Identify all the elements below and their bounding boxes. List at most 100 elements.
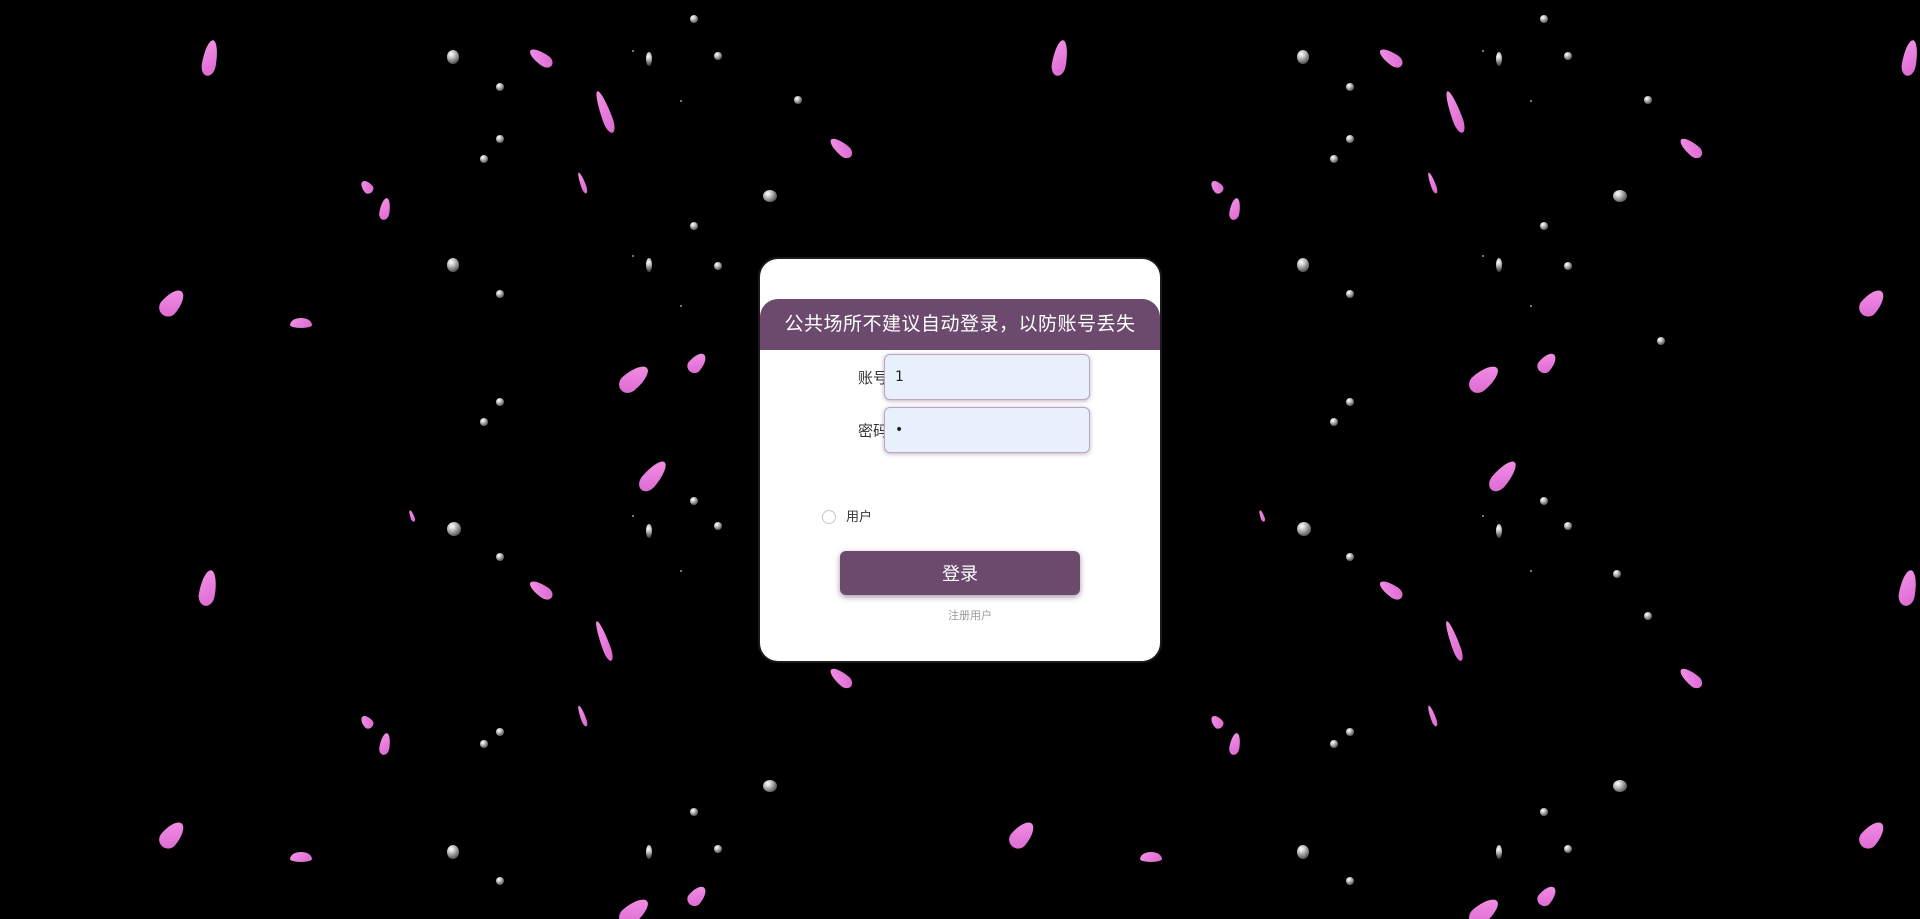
droplet-decoration [1297,258,1309,272]
petal-decoration [358,713,376,731]
petal-decoration [576,704,589,728]
sparkle-decoration [1530,305,1532,307]
petal-decoration [1855,285,1889,321]
droplet-decoration [646,845,652,859]
petal-decoration [827,665,855,691]
petal-decoration [1258,509,1266,523]
petal-decoration [1228,732,1242,756]
droplet-decoration [496,83,504,91]
username-input[interactable] [884,354,1090,400]
droplet-decoration [714,52,722,60]
register-link[interactable]: 注册用户 [760,607,1160,623]
user-role-radio[interactable] [822,510,836,524]
sparkle-decoration [1482,515,1484,517]
droplet-decoration [763,190,777,202]
droplet-decoration [496,398,504,406]
petal-decoration [593,619,615,663]
petal-decoration [576,171,589,195]
droplet-decoration [1564,522,1572,530]
sparkle-decoration [680,305,682,307]
sparkle-decoration [632,255,634,257]
sparkle-decoration [1482,255,1484,257]
password-label: 密码 [857,422,888,440]
droplet-decoration [496,135,504,143]
petal-decoration [1426,171,1439,195]
droplet-decoration [447,50,459,64]
petal-decoration [684,883,710,909]
droplet-decoration [1540,15,1548,23]
droplet-decoration [1644,96,1652,104]
droplet-decoration [1657,337,1665,345]
petal-decoration [1534,883,1560,909]
droplet-decoration [496,553,504,561]
droplet-decoration [447,258,459,272]
droplet-decoration [1346,135,1354,143]
droplet-decoration [1297,522,1311,536]
droplet-decoration [646,524,652,538]
login-page: 公共场所不建议自动登录，以防账号丢失 账号 密码 用户 登录 注册用户 [0,0,1920,919]
user-role-label: 用户 [846,510,873,525]
petal-decoration [378,732,392,756]
petal-decoration [1443,619,1465,663]
droplet-decoration [714,262,722,270]
petal-decoration [635,457,671,495]
petal-decoration [592,89,618,135]
sparkle-decoration [1482,50,1484,52]
droplet-decoration [1613,190,1627,202]
petal-decoration [1005,817,1039,853]
password-input[interactable] [884,407,1090,453]
petal-decoration [1049,39,1071,77]
droplet-decoration [1613,780,1627,792]
droplet-decoration [447,845,459,859]
password-row: 密码 [760,407,1160,455]
droplet-decoration [496,290,504,298]
droplet-decoration [1564,52,1572,60]
droplet-decoration [1613,570,1621,578]
petal-decoration [290,318,312,328]
petal-decoration [408,509,416,523]
droplet-decoration [1540,808,1548,816]
droplet-decoration [690,222,698,230]
petal-decoration [1228,197,1242,221]
petal-decoration [1855,817,1889,853]
droplet-decoration [690,808,698,816]
droplet-decoration [763,780,777,792]
droplet-decoration [1330,418,1338,426]
droplet-decoration [646,258,652,272]
login-card: 公共场所不建议自动登录，以防账号丢失 账号 密码 用户 登录 注册用户 [760,259,1160,661]
petal-decoration [1899,39,1920,77]
droplet-decoration [714,522,722,530]
droplet-decoration [1346,83,1354,91]
petal-decoration [526,45,556,71]
sparkle-decoration [632,50,634,52]
droplet-decoration [1496,524,1502,538]
droplet-decoration [1496,845,1502,859]
login-button[interactable]: 登录 [840,551,1080,595]
droplet-decoration [1346,553,1354,561]
petal-decoration [526,577,556,603]
droplet-decoration [1496,258,1502,272]
droplet-decoration [1346,290,1354,298]
droplet-decoration [447,522,461,536]
petal-decoration [155,817,189,853]
sparkle-decoration [1530,570,1532,572]
sparkle-decoration [680,100,682,102]
petal-decoration [1376,577,1406,603]
droplet-decoration [480,155,488,163]
username-label: 账号 [857,369,888,387]
droplet-decoration [1297,50,1309,64]
droplet-decoration [1540,222,1548,230]
petal-decoration [358,178,376,196]
sparkle-decoration [680,570,682,572]
droplet-decoration [1346,877,1354,885]
petal-decoration [615,894,653,919]
petal-decoration [1465,894,1503,919]
droplet-decoration [1346,398,1354,406]
sparkle-decoration [632,515,634,517]
droplet-decoration [1540,497,1548,505]
petal-decoration [1677,665,1705,691]
petal-decoration [1896,568,1920,608]
droplet-decoration [1496,52,1502,66]
petal-decoration [196,568,220,608]
petal-decoration [1485,457,1521,495]
